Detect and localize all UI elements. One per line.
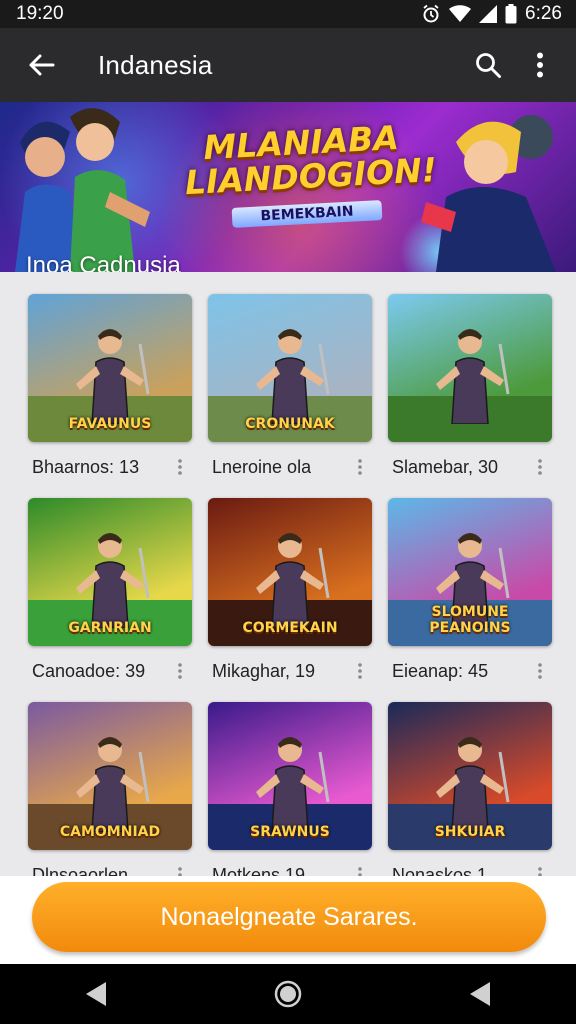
game-title: Bhaarnos: 13: [32, 456, 140, 477]
more-vert-icon: [358, 459, 362, 475]
alarm-icon: [421, 4, 441, 24]
game-thumbnail[interactable]: SLOMUNE PEANOINS: [388, 498, 552, 646]
game-title: Eieanap: 45: [392, 660, 489, 681]
status-time: 19:20: [16, 3, 64, 24]
nav-home-icon: [274, 980, 302, 1008]
game-grid: FAVAUNUS Bhaarnos: 13 CRONUNAK Lneroine ola…: [28, 294, 552, 906]
game-card[interactable]: Slamebar, 30: [388, 294, 552, 498]
thumbnail-title-art: CORMEKAIN: [242, 620, 338, 636]
status-icons: 6:26: [421, 3, 562, 25]
nav-back-button[interactable]: [66, 964, 126, 1024]
game-card[interactable]: CORMEKAIN Mikaghar, 19: [208, 498, 372, 702]
featured-banner[interactable]: MLANIABA LIANDOGION! BEMEKBAIN Inoa Cadn…: [0, 102, 576, 272]
game-thumbnail[interactable]: CORMEKAIN: [208, 498, 372, 646]
card-more-button[interactable]: [528, 659, 552, 683]
game-card[interactable]: GARNRIAN Canoadoe: 39: [28, 498, 192, 702]
wifi-icon: [449, 5, 472, 23]
game-meta: Mikaghar, 19: [208, 646, 372, 696]
page-title: Indanesia: [98, 49, 213, 80]
signal-icon: [479, 5, 498, 23]
cta-button[interactable]: Nonaelgneate Sarares.: [32, 882, 546, 952]
game-meta: Lneroine ola: [208, 442, 372, 492]
thumbnail-title-art: CRONUNAK: [245, 416, 335, 432]
game-thumbnail[interactable]: SRAWNUS: [208, 702, 372, 850]
game-thumbnail[interactable]: CRONUNAK: [208, 294, 372, 442]
back-button[interactable]: [12, 36, 70, 94]
status-bar: 19:20 6:26: [0, 0, 576, 28]
more-vert-icon: [358, 663, 362, 679]
hero-figure: [256, 329, 330, 424]
game-title: Mikaghar, 19: [212, 660, 316, 681]
card-more-button[interactable]: [528, 455, 552, 479]
game-thumbnail[interactable]: GARNRIAN: [28, 498, 192, 646]
game-title: Lneroine ola: [212, 456, 312, 477]
game-meta: Slamebar, 30: [388, 442, 552, 492]
game-meta: Bhaarnos: 13: [28, 442, 192, 492]
hero-figure: [76, 533, 150, 628]
game-thumbnail[interactable]: CAMOMNIAD: [28, 702, 192, 850]
hero-figure: [436, 329, 510, 424]
more-vert-icon: [178, 459, 182, 475]
overflow-menu-button[interactable]: [514, 36, 566, 94]
hero-figure: [76, 737, 150, 832]
thumbnail-title-art: SLOMUNE PEANOINS: [429, 604, 511, 636]
banner-logo: MLANIABA LIANDOGION!: [182, 118, 438, 202]
banner-caption: Inoa Cadnusia: [26, 252, 181, 272]
battery-icon: [505, 4, 517, 24]
cta-area: Nonaelgneate Sarares.: [0, 876, 576, 964]
game-thumbnail[interactable]: [388, 294, 552, 442]
game-meta: Canoadoe: 39: [28, 646, 192, 696]
nav-recents-icon: [470, 982, 490, 1006]
thumbnail-title-art: CAMOMNIAD: [59, 824, 161, 840]
more-vert-icon: [537, 52, 543, 78]
more-vert-icon: [538, 663, 542, 679]
hero-figure: [436, 737, 510, 832]
thumbnail-title-art: SRAWNUS: [250, 824, 330, 840]
banner-heroes-left: [15, 108, 150, 272]
card-more-button[interactable]: [348, 659, 372, 683]
game-title: Slamebar, 30: [392, 456, 499, 477]
thumbnail-title-art: FAVAUNUS: [68, 416, 152, 432]
game-card[interactable]: CRONUNAK Lneroine ola: [208, 294, 372, 498]
card-more-button[interactable]: [168, 455, 192, 479]
hero-figure: [76, 329, 150, 424]
nav-home-button[interactable]: [258, 964, 318, 1024]
card-more-button[interactable]: [348, 455, 372, 479]
game-card[interactable]: SLOMUNE PEANOINS Eieanap: 45: [388, 498, 552, 702]
hero-figure: [256, 533, 330, 628]
thumbnail-title-art: SHKUIAR: [434, 824, 506, 840]
thumbnail-title-art: GARNRIAN: [68, 620, 152, 636]
hero-figure: [256, 737, 330, 832]
system-nav-bar: [0, 964, 576, 1024]
more-vert-icon: [178, 663, 182, 679]
search-icon: [476, 53, 501, 78]
banner-hero-right: [421, 115, 556, 272]
status-right-time: 6:26: [525, 3, 562, 24]
more-vert-icon: [538, 459, 542, 475]
game-title: Canoadoe: 39: [32, 660, 146, 681]
game-meta: Eieanap: 45: [388, 646, 552, 696]
arrow-back-icon: [29, 54, 55, 76]
game-thumbnail[interactable]: FAVAUNUS: [28, 294, 192, 442]
card-more-button[interactable]: [168, 659, 192, 683]
game-card[interactable]: FAVAUNUS Bhaarnos: 13: [28, 294, 192, 498]
search-button[interactable]: [462, 36, 514, 94]
app-bar: Indanesia: [0, 28, 576, 102]
nav-back-icon: [86, 982, 106, 1006]
game-thumbnail[interactable]: SHKUIAR: [388, 702, 552, 850]
nav-recents-button[interactable]: [450, 964, 510, 1024]
